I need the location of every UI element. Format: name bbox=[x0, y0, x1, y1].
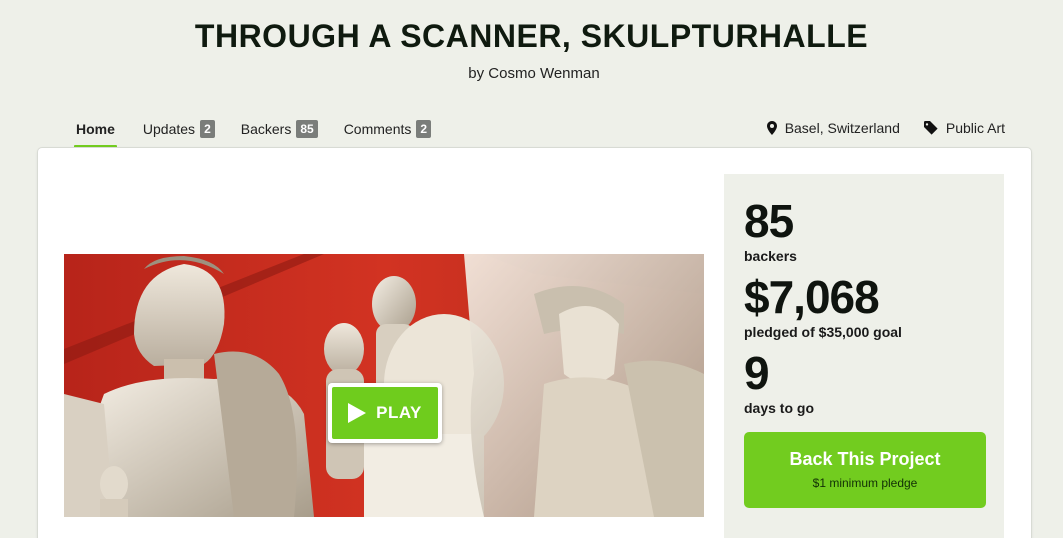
tab-updates-label: Updates bbox=[142, 121, 196, 137]
creator-byline[interactable]: by Cosmo Wenman bbox=[0, 65, 1063, 82]
comments-count-badge: 2 bbox=[416, 120, 432, 138]
tab-comments-label: Comments bbox=[343, 121, 412, 137]
project-video[interactable]: PLAY bbox=[64, 254, 704, 517]
project-page: THROUGH A SCANNER, SKULPTURHALLE by Cosm… bbox=[0, 0, 1063, 538]
category-link[interactable]: Public Art bbox=[923, 120, 1005, 136]
play-icon bbox=[348, 403, 367, 423]
backers-count: 85 bbox=[744, 195, 794, 247]
project-meta: Basel, Switzerland Public Art bbox=[743, 120, 1005, 136]
back-button-label: Back This Project bbox=[789, 449, 941, 469]
play-button[interactable]: PLAY bbox=[328, 383, 442, 443]
backers-label: backers bbox=[744, 248, 797, 264]
minimum-pledge-label: $1 minimum pledge bbox=[812, 476, 918, 490]
pledged-goal-label: pledged of $35,000 goal bbox=[744, 324, 902, 340]
updates-count-badge: 2 bbox=[200, 120, 215, 138]
days-remaining: 9 bbox=[744, 347, 770, 399]
pledged-amount: $7,068 bbox=[744, 271, 880, 323]
play-button-face: PLAY bbox=[332, 387, 438, 439]
tab-home[interactable]: Home bbox=[74, 120, 117, 149]
tab-backers-label: Backers bbox=[240, 121, 292, 137]
backers-count-badge: 85 bbox=[296, 120, 318, 138]
page-title: THROUGH A SCANNER, SKULPTURHALLE bbox=[194, 18, 869, 54]
tab-comments[interactable]: Comments 2 bbox=[343, 120, 432, 149]
category-label: Public Art bbox=[945, 120, 1005, 136]
location-link[interactable]: Basel, Switzerland bbox=[766, 120, 900, 136]
project-tabs: Home Updates 2 Backers 85 Comments 2 bbox=[74, 120, 457, 149]
tab-updates[interactable]: Updates 2 bbox=[143, 120, 215, 149]
funding-stats: 85 backers $7,068 pledged of $35,000 goa… bbox=[724, 174, 1004, 538]
location-label: Basel, Switzerland bbox=[784, 120, 900, 136]
map-pin-icon bbox=[766, 121, 777, 135]
play-label: PLAY bbox=[376, 403, 422, 422]
tab-backers[interactable]: Backers 85 bbox=[241, 120, 318, 149]
tag-icon bbox=[923, 121, 938, 135]
days-label: days to go bbox=[744, 400, 815, 416]
tab-home-label: Home bbox=[76, 121, 115, 137]
back-this-project-button[interactable]: Back This Project $1 minimum pledge bbox=[744, 432, 986, 508]
